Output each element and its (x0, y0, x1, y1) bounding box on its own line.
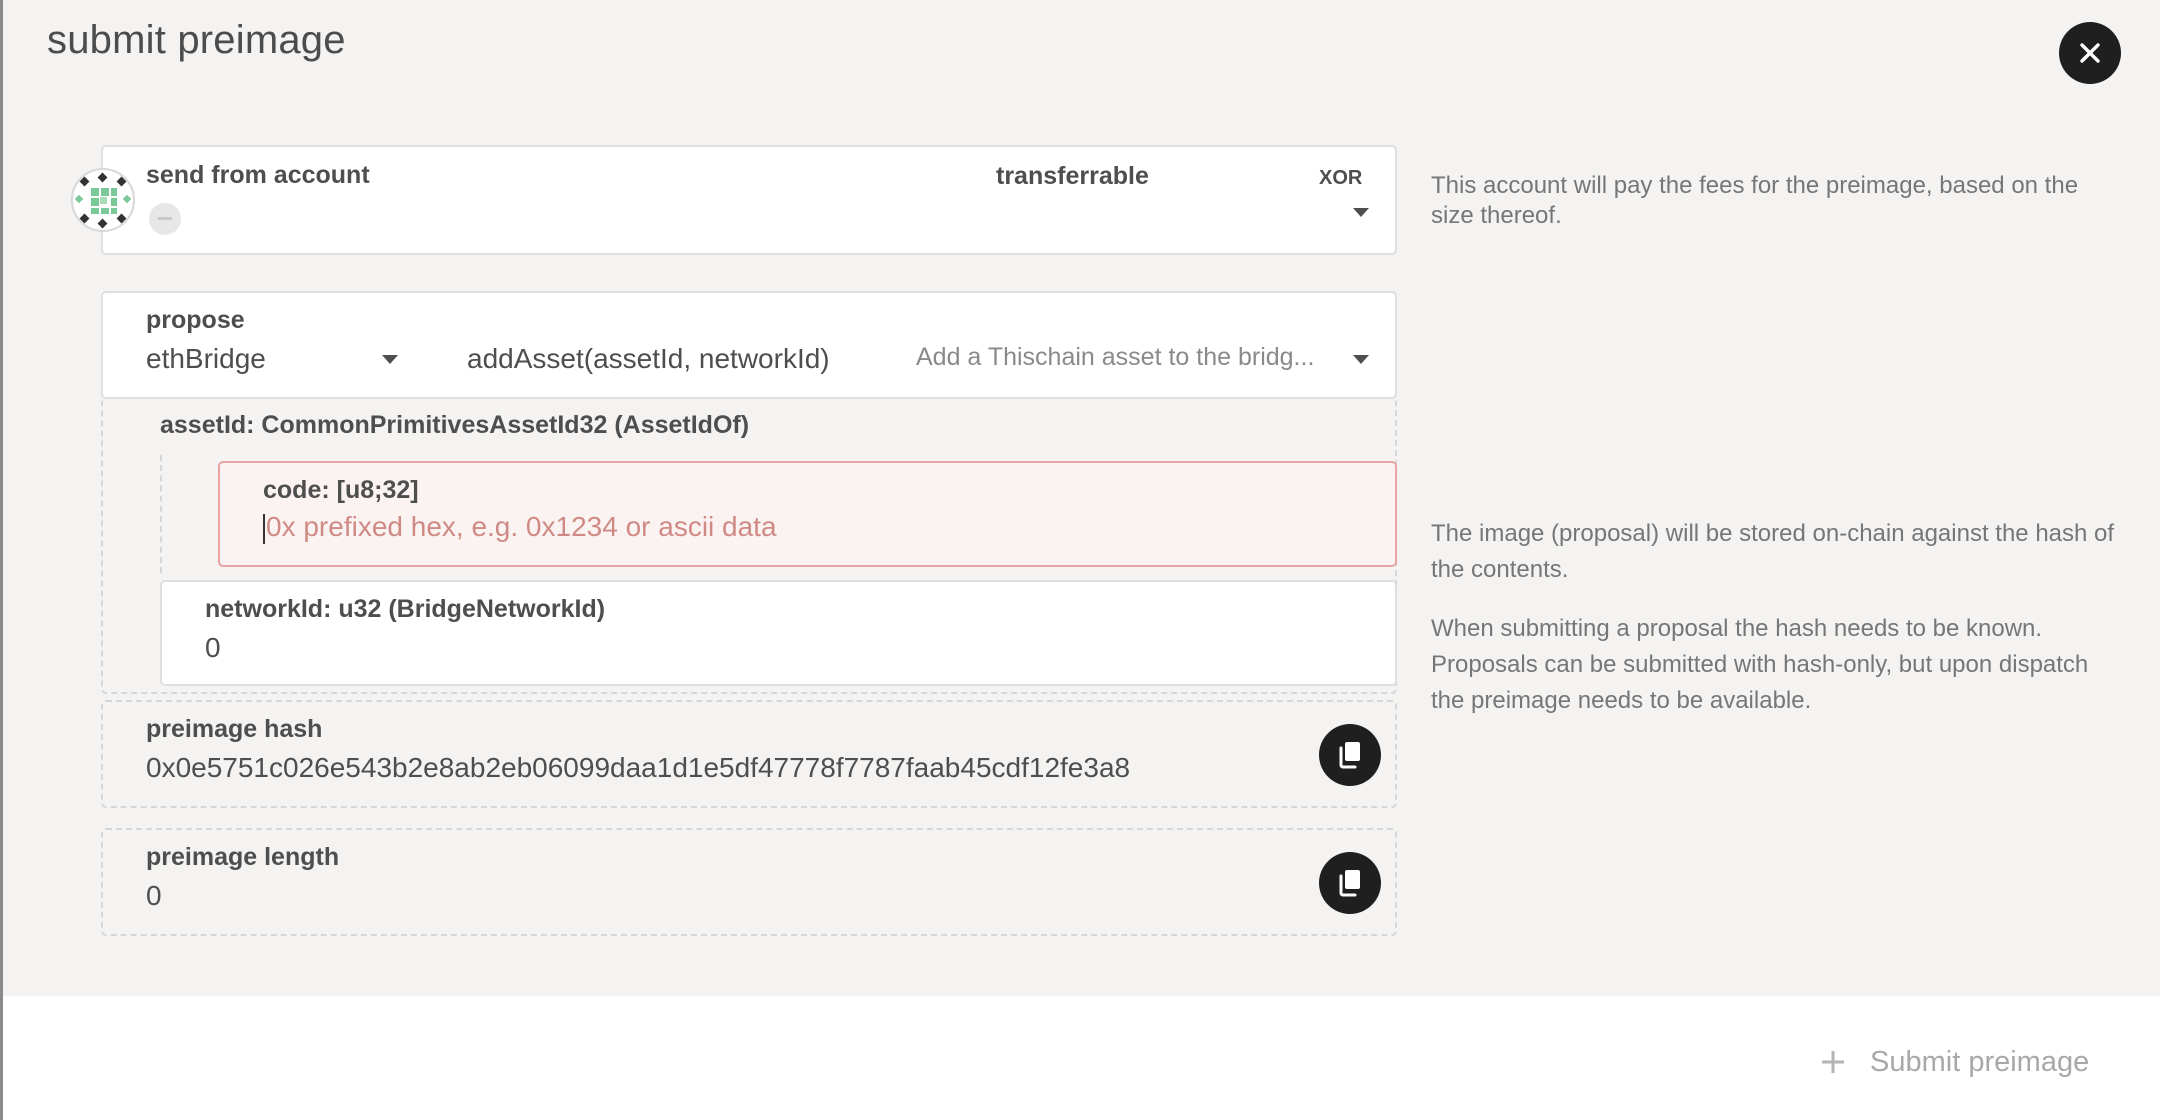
network-id-input[interactable]: 0 (205, 632, 221, 664)
transferrable-label: transferrable (996, 162, 1149, 190)
submit-preimage-label: Submit preimage (1870, 1045, 2090, 1078)
propose-method-dropdown[interactable]: addAsset(assetId, networkId) (467, 343, 830, 375)
network-id-label: networkId: u32 (BridgeNetworkId) (205, 595, 606, 623)
copy-length-button[interactable] (1319, 852, 1381, 914)
code-field[interactable]: code: [u8;32] 0x prefixed hex, e.g. 0x12… (218, 461, 1397, 567)
preimage-hash-label: preimage hash (146, 715, 323, 743)
account-selector[interactable]: send from account transferrable XOR (101, 145, 1397, 255)
code-placeholder: 0x prefixed hex, e.g. 0x1234 or ascii da… (266, 511, 777, 542)
preimage-length-field: preimage length 0 (101, 828, 1397, 936)
code-input[interactable]: 0x prefixed hex, e.g. 0x1234 or ascii da… (263, 511, 777, 544)
asset-id-dashed-guide (160, 455, 162, 573)
section-chevron-down-icon[interactable] (382, 355, 398, 364)
proposal-help-text-1: The image (proposal) will be stored on-c… (1431, 520, 2115, 583)
token-label: XOR (1319, 167, 1363, 189)
preimage-hash-field: preimage hash 0x0e5751c026e543b2e8ab2eb0… (101, 700, 1397, 808)
account-chevron-down-icon[interactable] (1353, 208, 1369, 217)
close-button[interactable] (2059, 22, 2121, 84)
preimage-hash-value: 0x0e5751c026e543b2e8ab2eb06099daa1d1e5df… (146, 752, 1131, 783)
method-chevron-down-icon[interactable] (1353, 355, 1369, 364)
network-id-field[interactable]: networkId: u32 (BridgeNetworkId) 0 (160, 580, 1397, 686)
submit-preimage-button[interactable]: Submit preimage (1820, 1040, 2089, 1084)
account-help-text: This account will pay the fees for the p… (1431, 172, 2079, 229)
preimage-length-value: 0 (146, 880, 162, 911)
copy-icon (1339, 742, 1360, 769)
propose-selector: propose ethBridge addAsset(assetId, netw… (101, 291, 1397, 399)
modal-content: submit preimage send from account transf… (3, 0, 2160, 996)
propose-section-dropdown[interactable]: ethBridge (146, 343, 266, 375)
account-identicon (71, 168, 135, 232)
identicon-icon (74, 172, 132, 229)
method-description: Add a Thischain asset to the bridg... (916, 343, 1315, 371)
modal-title: submit preimage (47, 18, 346, 62)
account-label: send from account (146, 161, 370, 189)
plus-icon (1822, 1051, 1844, 1073)
copy-hash-button[interactable] (1319, 724, 1381, 786)
copy-icon (1339, 870, 1360, 897)
asset-id-label: assetId: CommonPrimitivesAssetId32 (Asse… (160, 411, 750, 439)
text-cursor (263, 513, 265, 544)
propose-label: propose (146, 306, 245, 334)
account-address-placeholder (149, 203, 181, 235)
code-label: code: [u8;32] (263, 476, 419, 504)
proposal-help-text-2: When submitting a proposal the hash need… (1431, 615, 2089, 714)
preimage-length-label: preimage length (146, 843, 340, 871)
close-icon (2080, 43, 2100, 63)
